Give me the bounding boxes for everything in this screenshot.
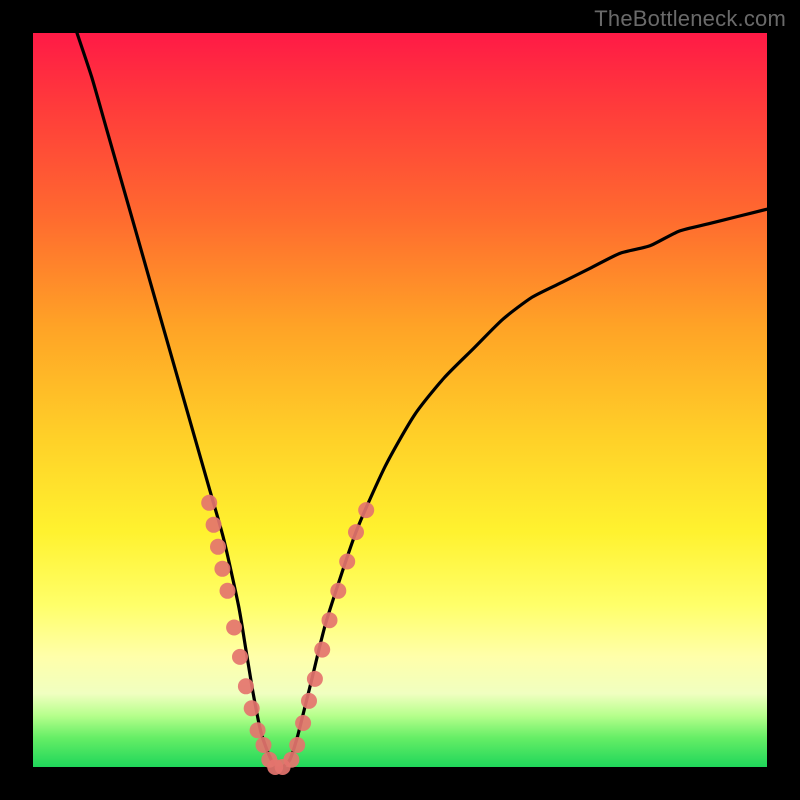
marker-dot: [214, 561, 230, 577]
marker-dot: [295, 715, 311, 731]
marker-dot: [307, 671, 323, 687]
marker-dot: [301, 693, 317, 709]
marker-dot: [322, 612, 338, 628]
marker-dot: [232, 649, 248, 665]
marker-dot: [283, 752, 299, 768]
marker-dot: [256, 737, 272, 753]
marker-dot: [330, 583, 346, 599]
watermark-text: TheBottleneck.com: [594, 6, 786, 32]
marker-dot: [206, 517, 222, 533]
marker-dot: [226, 620, 242, 636]
curve-layer: [33, 33, 767, 767]
marker-dot: [250, 722, 266, 738]
plot-area: [33, 33, 767, 767]
marker-dot: [314, 642, 330, 658]
marker-dot: [201, 495, 217, 511]
marker-group: [201, 495, 374, 775]
marker-dot: [238, 678, 254, 694]
marker-dot: [358, 502, 374, 518]
bottleneck-curve: [77, 33, 767, 768]
marker-dot: [244, 700, 260, 716]
marker-dot: [339, 554, 355, 570]
marker-dot: [210, 539, 226, 555]
marker-dot: [348, 524, 364, 540]
marker-dot: [220, 583, 236, 599]
chart-frame: TheBottleneck.com: [0, 0, 800, 800]
marker-dot: [289, 737, 305, 753]
